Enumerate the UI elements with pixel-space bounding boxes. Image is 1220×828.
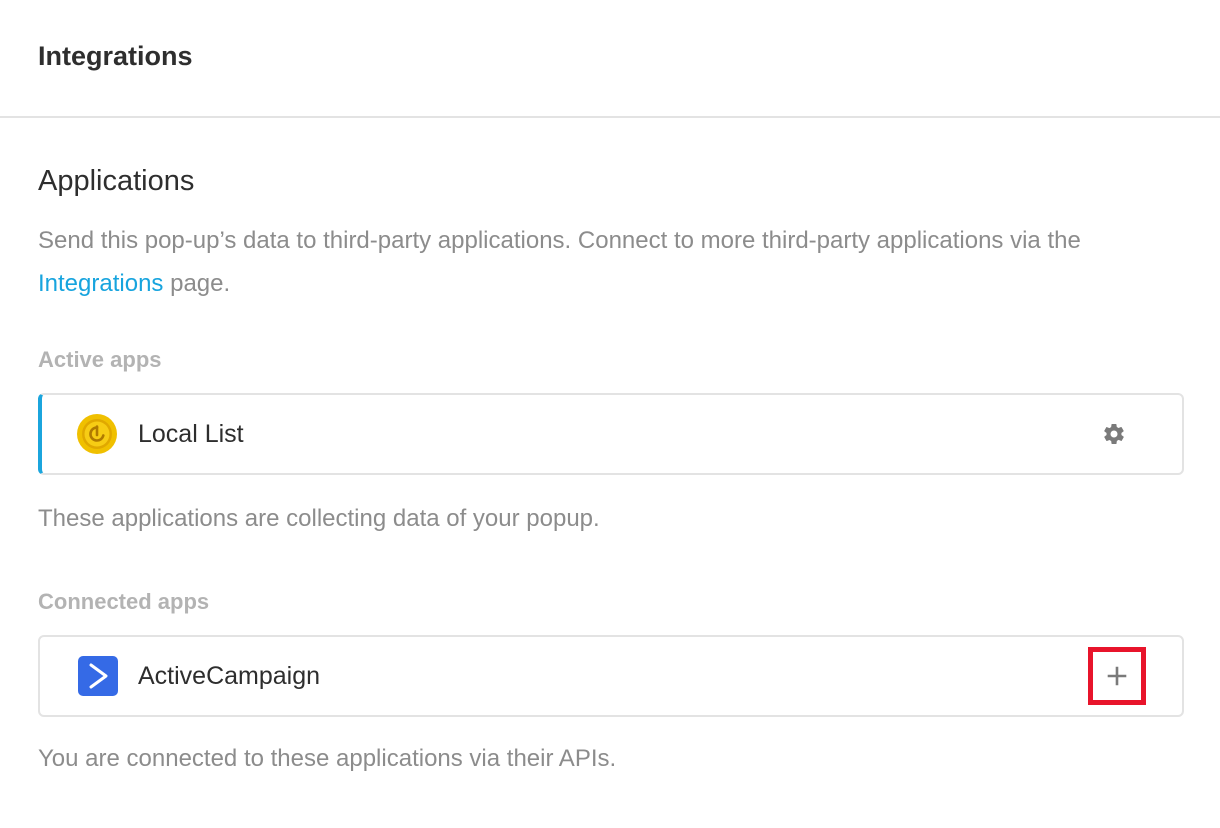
app-name: Local List xyxy=(138,419,244,448)
local-list-icon xyxy=(76,413,118,455)
section-title: Applications xyxy=(38,165,195,197)
connected-apps-helper: You are connected to these applications … xyxy=(38,745,617,772)
add-app-button[interactable] xyxy=(1088,647,1146,705)
applications-section: Applications Send this pop-up’s data to … xyxy=(0,164,1220,773)
integrations-link[interactable]: Integrations xyxy=(38,270,163,297)
description-suffix: page. xyxy=(170,270,231,297)
app-name: ActiveCampaign xyxy=(138,661,321,690)
active-apps-label: Active apps xyxy=(38,347,162,372)
app-card-local-list[interactable]: Local List xyxy=(38,393,1184,475)
app-settings-button[interactable] xyxy=(1102,422,1126,446)
page-header: Integrations xyxy=(0,0,1220,118)
active-apps-helper: These applications are collecting data o… xyxy=(38,505,600,532)
connected-apps-label: Connected apps xyxy=(38,589,210,614)
gear-icon xyxy=(1104,423,1124,445)
section-description: Send this pop-up’s data to third-party a… xyxy=(38,219,1148,305)
app-card-activecampaign[interactable]: ActiveCampaign xyxy=(38,635,1184,717)
plus-icon xyxy=(1107,666,1127,686)
description-text: Send this pop-up’s data to third-party a… xyxy=(38,227,1081,254)
activecampaign-icon xyxy=(78,656,118,696)
page-title: Integrations xyxy=(38,40,193,71)
